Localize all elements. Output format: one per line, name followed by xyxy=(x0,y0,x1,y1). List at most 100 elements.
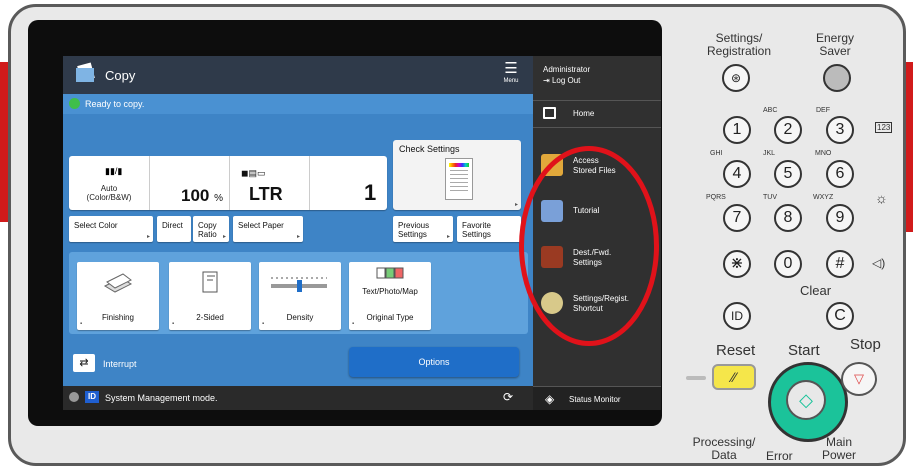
favorite-settings-label: Favorite Settings xyxy=(462,221,491,239)
previous-settings-line1: Previous xyxy=(398,221,430,230)
reset-label: Reset xyxy=(716,342,756,359)
menu-corner-icon xyxy=(80,321,82,327)
stop-label: Stop xyxy=(850,336,881,353)
color-mode-text: Auto (Color/B&W) xyxy=(69,184,149,202)
copy-ratio-line2: Ratio xyxy=(198,230,217,239)
direct-button[interactable]: Direct xyxy=(157,216,191,242)
paper-cell: ◼▤▭ LTR xyxy=(229,156,310,210)
volume-icon[interactable]: ◁) xyxy=(872,256,885,270)
key-3[interactable]: 3 xyxy=(826,116,854,144)
energy-saver-label: Energy Saver xyxy=(815,31,855,58)
error-label: Error xyxy=(766,449,793,463)
previous-settings-label: Previous Settings xyxy=(398,221,429,239)
favorite-settings-line1: Favorite xyxy=(462,221,491,230)
logout-label: Log Out xyxy=(551,76,581,85)
original-type-button[interactable]: Text/Photo/Map Original Type xyxy=(349,262,431,330)
finishing-label: Finishing xyxy=(101,313,134,322)
key-letters-wxyz: WXYZ xyxy=(813,194,834,201)
original-type-label: Original Type xyxy=(366,313,414,322)
key-letters-abc: ABC xyxy=(763,107,778,114)
stop-button[interactable]: ▽ xyxy=(841,362,877,396)
start-label: Start xyxy=(788,342,820,359)
select-color-button[interactable]: Select Color ▸ xyxy=(69,216,153,242)
color-mode-line1: Auto xyxy=(100,184,118,193)
home-button[interactable]: Home xyxy=(533,100,661,128)
brightness-icon[interactable]: ☼ xyxy=(875,190,888,206)
copies-cell: 1 xyxy=(309,156,387,210)
system-bar: ID System Management mode. ⟳ xyxy=(63,386,533,410)
id-key[interactable]: ID xyxy=(723,302,751,330)
copy-ratio-label: Copy Ratio xyxy=(198,221,217,239)
density-button[interactable]: Density xyxy=(259,262,341,330)
network-icon[interactable]: ⟳ xyxy=(503,390,513,404)
key-9[interactable]: 9 xyxy=(826,204,854,232)
previous-settings-button[interactable]: Previous Settings ▸ xyxy=(393,216,453,242)
home-label: Home xyxy=(573,109,595,118)
page-title: Copy xyxy=(105,68,136,83)
counter-key[interactable]: 123 xyxy=(875,122,893,133)
key-2[interactable]: 2 xyxy=(774,116,802,144)
two-sided-label: 2-Sided xyxy=(196,313,224,322)
menu-icon: ☰ xyxy=(504,60,518,77)
energy-saver-key[interactable] xyxy=(823,64,851,92)
interrupt-icon[interactable]: ⇄ xyxy=(73,354,95,372)
key-0[interactable]: 0 xyxy=(774,250,802,278)
clear-key[interactable]: C xyxy=(826,302,854,330)
start-button[interactable]: ◇ xyxy=(786,380,826,420)
system-mode-message: System Management mode. xyxy=(105,393,218,403)
key-7[interactable]: 7 xyxy=(723,204,751,232)
key-letters-jkl: JKL xyxy=(763,150,776,157)
key-letters-tuv: TUV xyxy=(763,194,777,201)
key-letters-def: DEF xyxy=(816,107,830,114)
menu-label: Menu xyxy=(503,78,519,84)
copy-ratio-value: 100 % xyxy=(181,186,223,206)
reset-button[interactable]: ⁄⁄ xyxy=(712,364,756,390)
density-slider-icon xyxy=(271,277,327,292)
key-6[interactable]: 6 xyxy=(826,160,854,188)
settings-registration-key[interactable]: ⊛ xyxy=(722,64,750,92)
options-label: Options xyxy=(418,357,450,367)
options-button[interactable]: Options xyxy=(349,347,519,377)
status-monitor-button[interactable]: ◈ Status Monitor xyxy=(533,386,661,410)
copy-ratio-button[interactable]: Copy Ratio ▸ xyxy=(193,216,229,242)
copy-ratio-line1: Copy xyxy=(198,221,217,230)
status-monitor-label: Status Monitor xyxy=(569,395,621,404)
paper-source-icon: ◼▤▭ xyxy=(241,168,266,178)
key-hash[interactable]: # xyxy=(826,250,854,278)
status-message: Ready to copy. xyxy=(85,99,145,109)
ready-status-icon xyxy=(69,98,80,109)
key-4[interactable]: 4 xyxy=(723,160,751,188)
logout-link[interactable]: ⇥ Log Out xyxy=(543,75,590,86)
user-info: Administrator ⇥ Log Out xyxy=(543,64,590,86)
finishing-button[interactable]: Finishing xyxy=(77,262,159,330)
color-mode-line2: (Color/B&W) xyxy=(86,193,132,202)
menu-button[interactable]: ☰ Menu xyxy=(497,60,525,90)
more-arrow-icon: ▸ xyxy=(146,234,150,240)
key-8[interactable]: 8 xyxy=(774,204,802,232)
menu-corner-icon xyxy=(262,321,264,327)
two-sided-icon xyxy=(202,271,218,293)
clear-label: Clear xyxy=(800,283,832,298)
favorite-settings-line2: Settings xyxy=(462,230,491,239)
key-1[interactable]: 1 xyxy=(723,116,751,144)
main-power-label: Main Power xyxy=(821,435,856,462)
user-name: Administrator xyxy=(543,65,591,74)
id-badge: ID xyxy=(85,391,99,403)
key-5[interactable]: 5 xyxy=(774,160,802,188)
highlight-circle xyxy=(519,146,659,346)
ratio-cell: 100 % xyxy=(149,156,230,210)
document-preview-icon xyxy=(445,158,473,200)
interrupt-label: Interrupt xyxy=(103,359,137,369)
finishing-icon xyxy=(103,273,133,293)
ratio-unit: % xyxy=(214,193,224,204)
select-paper-button[interactable]: Select Paper ▸ xyxy=(233,216,303,242)
check-settings-button[interactable]: Check Settings ▸ xyxy=(393,140,521,210)
two-sided-button[interactable]: 2-Sided xyxy=(169,262,251,330)
title-bar: Copy ☰ Menu xyxy=(63,56,533,94)
previous-settings-line2: Settings xyxy=(398,230,427,239)
more-arrow-icon: ▸ xyxy=(222,234,226,240)
copy-settings-summary[interactable]: ▮▮/▮ Auto (Color/B&W) 100 % ◼▤▭ LTR 1 xyxy=(69,156,387,210)
processing-data-label: Processing/Data xyxy=(692,435,756,462)
key-asterisk[interactable]: ⋇ xyxy=(723,250,751,278)
favorite-settings-button[interactable]: Favorite Settings xyxy=(457,216,521,242)
